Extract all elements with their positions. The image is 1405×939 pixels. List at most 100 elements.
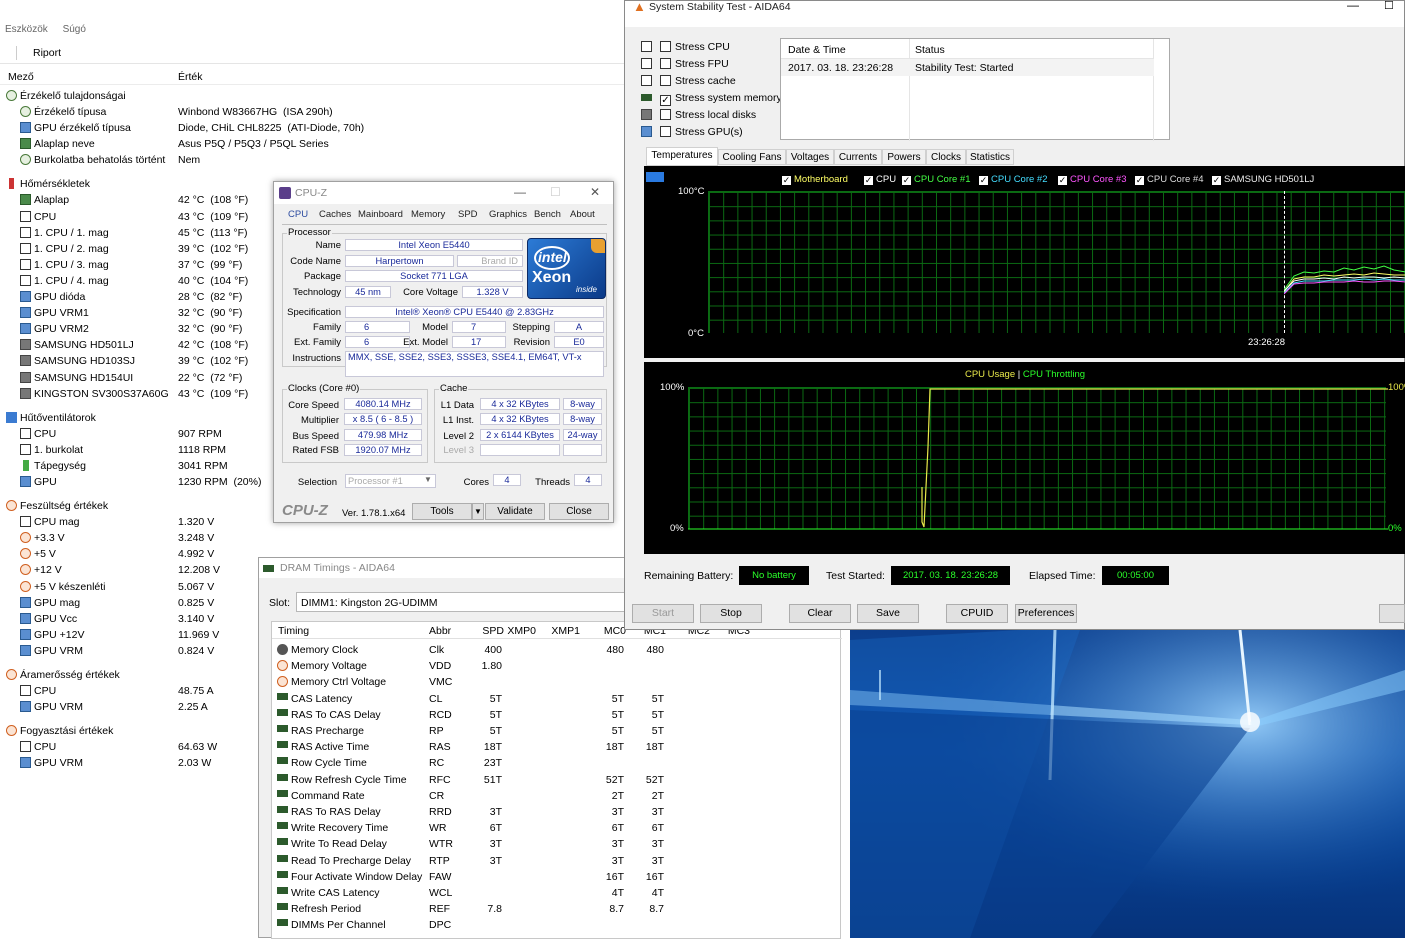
tab-clocks[interactable]: Clocks [926, 149, 966, 165]
dram-col-header[interactable]: XMP0 [498, 625, 536, 637]
validate-button[interactable]: Validate [485, 503, 545, 520]
menu-sugo[interactable]: Súgó [63, 24, 86, 35]
stress-option[interactable]: Stress CPU [641, 39, 730, 55]
section-header[interactable]: Áramerősség értékek [6, 667, 120, 683]
tab-mainboard[interactable]: Mainboard [358, 209, 403, 225]
stop-button[interactable]: Stop [700, 604, 762, 623]
legend-item[interactable]: ✓ CPU Core #3 [1058, 174, 1127, 185]
legend-item[interactable]: ✓ CPU [864, 174, 896, 185]
dram-col-header[interactable]: Abbr [429, 625, 451, 637]
tab-about[interactable]: About [570, 209, 595, 225]
log-col-datetime[interactable]: Date & Time [788, 44, 846, 56]
tab-graphics[interactable]: Graphics [489, 209, 527, 225]
close-button[interactable] [1379, 604, 1405, 623]
stress-option[interactable]: ✓ Stress system memory [641, 90, 782, 106]
dram-row[interactable]: CAS Latency CL 5T 5T 5T [272, 691, 842, 707]
stress-checkbox[interactable] [660, 109, 671, 120]
dram-row[interactable]: RAS To RAS Delay RRD 3T 3T 3T [272, 804, 842, 820]
tools-button[interactable]: Tools [412, 503, 472, 520]
maximize-icon[interactable]: ☐ [1384, 0, 1394, 12]
legend-checkbox[interactable]: ✓ [1058, 176, 1067, 185]
minimize-icon[interactable]: — [1347, 0, 1359, 12]
log-col-status[interactable]: Status [915, 44, 945, 56]
dram-row[interactable]: RAS Precharge RP 5T 5T 5T [272, 723, 842, 739]
section-header[interactable]: Hőmérsékletek [6, 176, 90, 192]
stress-checkbox[interactable] [660, 126, 671, 137]
dram-row[interactable]: Write To Read Delay WTR 3T 3T 3T [272, 836, 842, 852]
stress-option[interactable]: Stress cache [641, 73, 736, 89]
legend-checkbox[interactable]: ✓ [1135, 176, 1144, 185]
stress-option[interactable]: Stress local disks [641, 107, 756, 123]
close-icon[interactable]: ✕ [590, 185, 600, 199]
tab-statistics[interactable]: Statistics [966, 149, 1014, 165]
dram-row[interactable]: Write CAS Latency WCL 4T 4T [272, 885, 842, 901]
dram-row[interactable]: Memory Ctrl Voltage VMC [272, 674, 842, 690]
stress-checkbox[interactable] [660, 41, 671, 52]
dram-row[interactable]: DIMMs Per Channel DPC [272, 917, 842, 933]
log-row[interactable]: 2017. 03. 18. 23:26:28 Stability Test: S… [781, 59, 1154, 76]
legend-checkbox[interactable]: ✓ [1212, 176, 1221, 185]
legend-checkbox[interactable]: ✓ [902, 176, 911, 185]
tools-dropdown-icon[interactable]: ▼ [472, 503, 484, 520]
riport-button[interactable]: Riport [33, 47, 61, 59]
dram-row[interactable]: Command Rate CR 2T 2T [272, 788, 842, 804]
stress-checkbox[interactable] [660, 58, 671, 69]
menu-eszkozok[interactable]: Eszközök [5, 24, 48, 35]
section-header[interactable]: Érzékelő tulajdonságai [6, 88, 126, 104]
sensor-row[interactable]: GPU érzékelő típusa Diode, CHiL CHL8225 (… [20, 120, 620, 136]
section-header[interactable]: Hűtőventilátorok [6, 410, 96, 426]
section-header[interactable]: Feszültség értékek [6, 498, 108, 514]
legend-item[interactable]: ✓ Motherboard [782, 174, 848, 185]
cpuid-button[interactable]: CPUID [946, 604, 1008, 623]
sensor-row[interactable]: Alaplap neve Asus P5Q / P5Q3 / P5QL Serie… [20, 136, 620, 152]
start-button[interactable]: Start [632, 604, 694, 623]
legend-item[interactable]: ✓ SAMSUNG HD501LJ [1212, 174, 1314, 185]
dram-row[interactable]: Four Activate Window Delay FAW 16T 16T [272, 869, 842, 885]
dram-col-header[interactable]: XMP1 [542, 625, 580, 637]
dram-row[interactable]: Row Refresh Cycle Time RFC 51T 52T 52T [272, 772, 842, 788]
legend-checkbox[interactable]: ✓ [864, 176, 873, 185]
col-field[interactable]: Mező [8, 71, 34, 83]
dram-row[interactable]: Memory Voltage VDD 1.80 [272, 658, 842, 674]
tab-currents[interactable]: Currents [834, 149, 882, 165]
dram-col-header[interactable]: Timing [278, 625, 309, 637]
stress-checkbox[interactable]: ✓ [660, 95, 671, 106]
section-header[interactable]: Fogyasztási értékek [6, 723, 113, 739]
preferences-button[interactable]: Preferences [1015, 604, 1077, 623]
tab-temperatures[interactable]: Temperatures [646, 147, 718, 166]
dram-row[interactable]: RAS To CAS Delay RCD 5T 5T 5T [272, 707, 842, 723]
dram-row[interactable]: Memory Clock Clk 400 480 480 [272, 642, 842, 658]
dram-row[interactable]: Refresh Period REF 7.8 8.7 8.7 [272, 901, 842, 917]
tab-cooling-fans[interactable]: Cooling Fans [718, 149, 786, 165]
stress-option[interactable]: Stress GPU(s) [641, 124, 743, 140]
clear-button[interactable]: Clear [789, 604, 851, 623]
cpuz-title: CPU-Z [295, 187, 328, 199]
sensor-row[interactable]: +3.3 V 3.248 V [20, 530, 620, 546]
sensor-row[interactable]: Burkolatba behatolás történt Nem [20, 152, 620, 168]
dram-row[interactable]: Row Cycle Time RC 23T [272, 755, 842, 771]
legend-item[interactable]: ✓ CPU Core #4 [1135, 174, 1204, 185]
dram-row[interactable]: Write Recovery Time WR 6T 6T 6T [272, 820, 842, 836]
tab-powers[interactable]: Powers [882, 149, 926, 165]
dram-col-header[interactable]: MC0 [588, 625, 626, 637]
legend-checkbox[interactable]: ✓ [782, 176, 791, 185]
tab-caches[interactable]: Caches [319, 209, 351, 225]
col-value[interactable]: Érték [178, 71, 203, 83]
tab-cpu[interactable]: CPU [288, 209, 308, 225]
legend-checkbox[interactable]: ✓ [979, 176, 988, 185]
sensor-row[interactable]: Érzékelő típusa Winbond W83667HG (ISA 290… [20, 104, 620, 120]
stress-checkbox[interactable] [660, 75, 671, 86]
stress-option[interactable]: Stress FPU [641, 56, 729, 72]
tab-voltages[interactable]: Voltages [786, 149, 834, 165]
processor-select[interactable]: Processor #1 [345, 474, 436, 488]
dram-row[interactable]: Read To Precharge Delay RTP 3T 3T 3T [272, 853, 842, 869]
legend-item[interactable]: ✓ CPU Core #1 [902, 174, 971, 185]
tab-spd[interactable]: SPD [458, 209, 478, 225]
dram-row[interactable]: RAS Active Time RAS 18T 18T 18T [272, 739, 842, 755]
tab-memory[interactable]: Memory [411, 209, 445, 225]
close-button[interactable]: Close [549, 503, 609, 520]
save-button[interactable]: Save [857, 604, 919, 623]
legend-item[interactable]: ✓ CPU Core #2 [979, 174, 1048, 185]
tab-bench[interactable]: Bench [534, 209, 561, 225]
minimize-icon[interactable]: — [514, 185, 526, 199]
